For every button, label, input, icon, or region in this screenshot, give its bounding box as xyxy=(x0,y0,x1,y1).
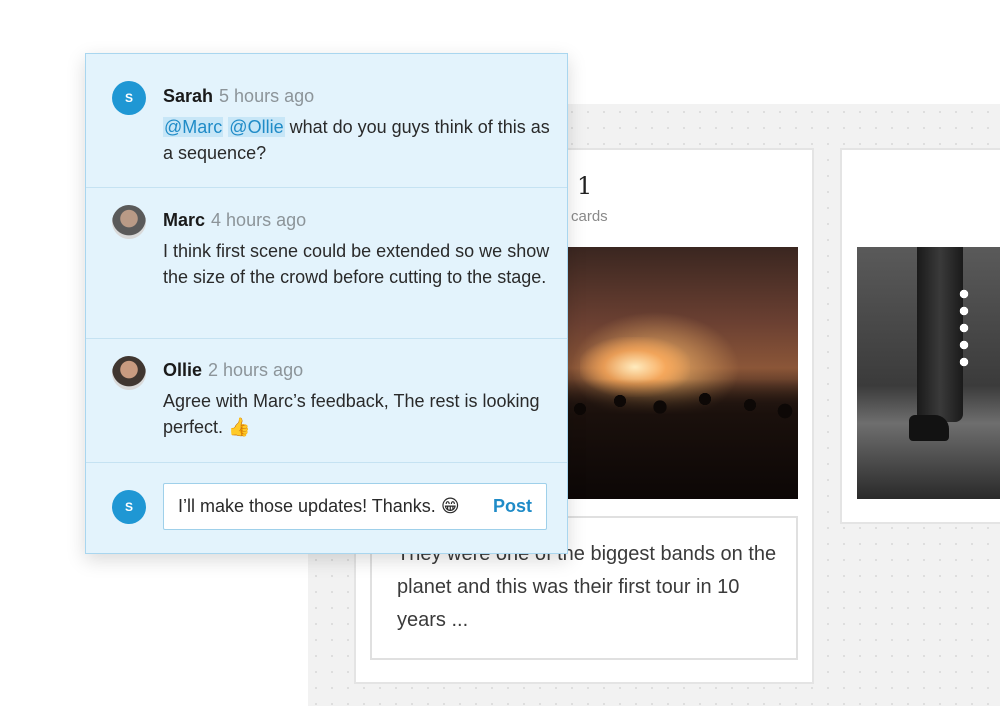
concert-crowd-image[interactable] xyxy=(560,247,798,499)
comment-popover: S Sarah 5 hours ago @Marc @Ollie what do … xyxy=(85,53,568,554)
comment-text: @Marc @Ollie what do you guys think of t… xyxy=(163,114,553,166)
reply-text[interactable]: I’ll make those updates! Thanks. xyxy=(178,496,436,516)
comment-header: Sarah 5 hours ago xyxy=(163,86,314,107)
card-count-label: cards xyxy=(571,208,608,225)
comment-header: Ollie 2 hours ago xyxy=(163,360,303,381)
card-number: 1 xyxy=(577,172,593,200)
comment-timestamp: 4 hours ago xyxy=(211,210,307,230)
thumbs-up-icon: 👍 xyxy=(228,417,251,438)
comment-text: Agree with Marc’s feedback, The rest is … xyxy=(163,388,553,441)
comment-author[interactable]: Sarah xyxy=(163,86,213,106)
avatar: S xyxy=(112,490,146,524)
avatar-initial: S xyxy=(124,500,133,514)
stage-lights xyxy=(957,287,971,367)
comment-timestamp: 2 hours ago xyxy=(208,360,304,380)
comment-item: S Sarah 5 hours ago @Marc @Ollie what do … xyxy=(86,54,567,188)
grinning-face-icon: 😁 xyxy=(440,496,460,517)
crowd-silhouette xyxy=(560,379,798,499)
guitarist-stage-image[interactable] xyxy=(857,247,1000,499)
avatar xyxy=(112,205,146,239)
comment-header: Marc 4 hours ago xyxy=(163,210,306,231)
comment-author[interactable]: Ollie xyxy=(163,360,202,380)
avatar: S xyxy=(112,81,146,115)
post-button[interactable]: Post xyxy=(493,496,532,517)
reply-input[interactable]: I’ll make those updates! Thanks. 😁 Post xyxy=(163,483,547,530)
avatar-initial: S xyxy=(124,91,133,105)
reply-row: S I’ll make those updates! Thanks. 😁 Pos… xyxy=(86,463,567,555)
avatar xyxy=(112,356,146,390)
performer-shoe xyxy=(909,415,949,441)
comment-author[interactable]: Marc xyxy=(163,210,205,230)
mention-ollie[interactable]: @Ollie xyxy=(228,117,285,137)
mention-marc[interactable]: @Marc xyxy=(163,117,224,137)
comment-item: Ollie 2 hours ago Agree with Marc’s feedb… xyxy=(86,339,567,463)
comment-item: Marc 4 hours ago I think first scene coul… xyxy=(86,188,567,339)
comment-text: I think first scene could be extended so… xyxy=(163,241,550,287)
comment-timestamp: 5 hours ago xyxy=(219,86,315,106)
comment-message: Agree with Marc’s feedback, The rest is … xyxy=(163,391,540,437)
reply-input-value[interactable]: I’ll make those updates! Thanks. 😁 xyxy=(178,496,493,517)
